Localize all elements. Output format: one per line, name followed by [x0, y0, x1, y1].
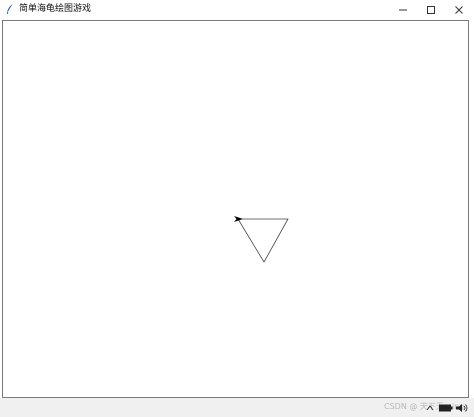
- volume-icon: [456, 404, 468, 412]
- turtle-arrow-icon: [234, 216, 243, 222]
- close-button[interactable]: [445, 0, 473, 19]
- chevron-up-icon: [426, 405, 434, 411]
- turtle-canvas-area[interactable]: [2, 20, 469, 398]
- close-icon: [455, 5, 463, 14]
- maximize-icon: [427, 5, 435, 14]
- tray-volume[interactable]: [455, 401, 469, 415]
- feather-icon: [7, 3, 14, 14]
- turtle-canvas[interactable]: [3, 21, 468, 397]
- minimize-button[interactable]: [389, 0, 417, 19]
- title-bar[interactable]: 简单海龟绘图游戏: [0, 0, 474, 19]
- window-title: 简单海龟绘图游戏: [19, 4, 92, 14]
- minimize-icon: [399, 9, 407, 10]
- app-window: 简单海龟绘图游戏 CSDN @ 天下无…ing: [0, 0, 474, 417]
- tray-battery[interactable]: [439, 401, 453, 415]
- tray-expand-button[interactable]: [425, 401, 435, 415]
- maximize-button[interactable]: [417, 0, 445, 19]
- battery-icon: [439, 404, 453, 412]
- drawn-triangle: [237, 218, 289, 263]
